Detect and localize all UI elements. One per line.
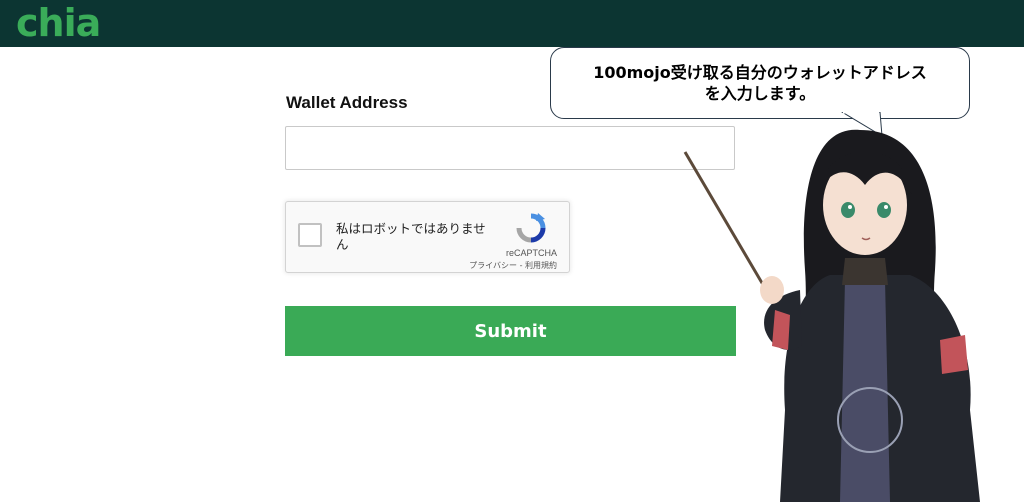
guide-character bbox=[683, 129, 980, 502]
recaptcha-checkbox[interactable] bbox=[298, 223, 322, 247]
recaptcha-checkbox-label: 私はロボットではありません bbox=[336, 221, 486, 252]
speech-bubble-line-2: を入力します。 bbox=[704, 84, 816, 103]
terms-link[interactable]: 利用規約 bbox=[525, 261, 557, 270]
recaptcha-brand: reCAPTCHA bbox=[505, 248, 557, 258]
chia-logo[interactable]: chia bbox=[16, 2, 101, 44]
privacy-link[interactable]: プライバシー bbox=[469, 261, 517, 270]
wallet-address-label: Wallet Address bbox=[286, 93, 408, 112]
submit-button[interactable]: Submit bbox=[285, 306, 736, 356]
speech-bubble: 100mojo受け取る自分のウォレットアドレス を入力します。 bbox=[550, 47, 970, 119]
speech-bubble-text: 100mojo受け取る自分のウォレットアドレス を入力します。 bbox=[551, 62, 969, 104]
recaptcha-logo-icon bbox=[516, 213, 546, 243]
pointer-stick bbox=[683, 151, 774, 301]
wallet-address-input[interactable] bbox=[285, 126, 735, 170]
top-bar: chia bbox=[0, 0, 1024, 47]
link-separator: - bbox=[519, 261, 523, 270]
speech-bubble-line-1: 100mojo受け取る自分のウォレットアドレス bbox=[593, 63, 927, 82]
recaptcha-widget: 私はロボットではありません reCAPTCHA プライバシー - 利用規約 bbox=[285, 201, 570, 273]
recaptcha-links: プライバシー - 利用規約 bbox=[469, 260, 557, 271]
